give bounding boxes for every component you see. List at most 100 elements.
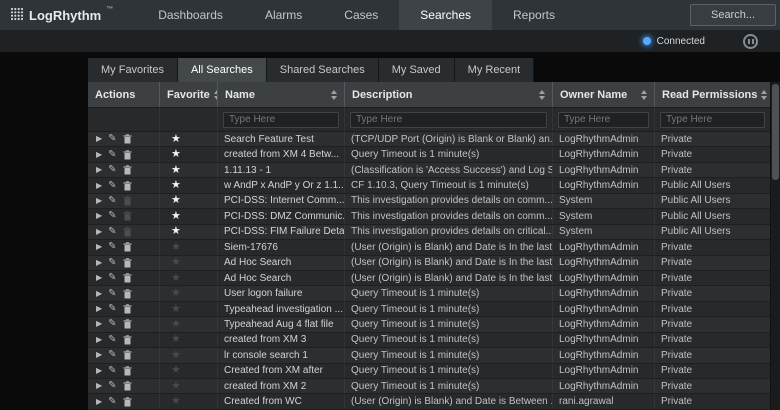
favorite-star-icon[interactable]: ★ — [171, 396, 181, 407]
table-row[interactable]: ▶ ✎ ★ created from XM 4 Betw... Query Ti… — [88, 147, 770, 162]
edit-search-icon[interactable]: ✎ — [108, 211, 116, 221]
edit-search-icon[interactable]: ✎ — [108, 366, 116, 376]
table-row[interactable]: ▶ ✎ ★ Ad Hoc Search (User (Origin) is Bl… — [88, 256, 770, 271]
run-search-icon[interactable]: ▶ — [96, 367, 102, 375]
run-search-icon[interactable]: ▶ — [96, 135, 102, 143]
tab-my-favorites[interactable]: My Favorites — [88, 58, 178, 82]
name-filter-input[interactable] — [223, 112, 339, 128]
run-search-icon[interactable]: ▶ — [96, 274, 102, 282]
edit-search-icon[interactable]: ✎ — [108, 165, 116, 175]
column-header-owner-name[interactable]: Owner Name — [553, 82, 655, 107]
edit-search-icon[interactable]: ✎ — [108, 181, 116, 191]
delete-search-icon[interactable] — [123, 211, 132, 221]
edit-search-icon[interactable]: ✎ — [108, 134, 116, 144]
nav-searches[interactable]: Searches — [399, 0, 492, 30]
nav-cases[interactable]: Cases — [323, 0, 399, 30]
column-header-favorite[interactable]: Favorite — [160, 82, 218, 107]
favorite-star-icon[interactable]: ★ — [171, 350, 181, 361]
table-row[interactable]: ▶ ✎ ★ Siem-17676 (User (Origin) is Blank… — [88, 240, 770, 255]
table-row[interactable]: ▶ ✎ ★ created from XM 2 Query Timeout is… — [88, 379, 770, 394]
description-filter-input[interactable] — [350, 112, 547, 128]
delete-search-icon[interactable] — [123, 273, 132, 283]
table-row[interactable]: ▶ ✎ ★ Created from WC (User (Origin) is … — [88, 394, 770, 409]
table-row[interactable]: ▶ ✎ ★ Ad Hoc Search (User (Origin) is Bl… — [88, 271, 770, 286]
run-search-icon[interactable]: ▶ — [96, 305, 102, 313]
pause-updates-icon[interactable] — [743, 34, 758, 49]
delete-search-icon[interactable] — [123, 242, 132, 252]
favorite-star-icon[interactable]: ★ — [171, 365, 181, 376]
delete-search-icon[interactable] — [123, 304, 132, 314]
run-search-icon[interactable]: ▶ — [96, 228, 102, 236]
run-search-icon[interactable]: ▶ — [96, 290, 102, 298]
favorite-star-icon[interactable]: ★ — [171, 211, 181, 222]
favorite-star-icon[interactable]: ★ — [171, 288, 181, 299]
table-row[interactable]: ▶ ✎ ★ w AndP x AndP y Or z 1.1... CF 1.1… — [88, 178, 770, 193]
delete-search-icon[interactable] — [123, 227, 132, 237]
table-row[interactable]: ▶ ✎ ★ Created from XM after Query Timeou… — [88, 364, 770, 379]
run-search-icon[interactable]: ▶ — [96, 166, 102, 174]
delete-search-icon[interactable] — [123, 335, 132, 345]
favorite-star-icon[interactable]: ★ — [171, 304, 181, 315]
delete-search-icon[interactable] — [123, 381, 132, 391]
table-row[interactable]: ▶ ✎ ★ PCI-DSS: FIM Failure Detail This i… — [88, 225, 770, 240]
run-search-icon[interactable]: ▶ — [96, 382, 102, 390]
run-search-icon[interactable]: ▶ — [96, 212, 102, 220]
tab-my-saved[interactable]: My Saved — [379, 58, 455, 82]
favorite-star-icon[interactable]: ★ — [171, 149, 181, 160]
edit-search-icon[interactable]: ✎ — [108, 150, 116, 160]
table-row[interactable]: ▶ ✎ ★ User logon failure Query Timeout i… — [88, 286, 770, 301]
edit-search-icon[interactable]: ✎ — [108, 289, 116, 299]
tab-all-searches[interactable]: All Searches — [178, 58, 267, 82]
delete-search-icon[interactable] — [123, 350, 132, 360]
table-row[interactable]: ▶ ✎ ★ created from XM 3 Query Timeout is… — [88, 333, 770, 348]
favorite-star-icon[interactable]: ★ — [171, 242, 181, 253]
delete-search-icon[interactable] — [123, 258, 132, 268]
vertical-scrollbar[interactable] — [770, 82, 780, 410]
delete-search-icon[interactable] — [123, 181, 132, 191]
permissions-filter-input[interactable] — [660, 112, 765, 128]
table-row[interactable]: ▶ ✎ ★ 1.11.13 - 1 (Classification is 'Ac… — [88, 163, 770, 178]
run-search-icon[interactable]: ▶ — [96, 320, 102, 328]
run-search-icon[interactable]: ▶ — [96, 243, 102, 251]
edit-search-icon[interactable]: ✎ — [108, 196, 116, 206]
nav-reports[interactable]: Reports — [492, 0, 576, 30]
table-row[interactable]: ▶ ✎ ★ Search Feature Test (TCP/UDP Port … — [88, 132, 770, 147]
edit-search-icon[interactable]: ✎ — [108, 273, 116, 283]
favorite-star-icon[interactable]: ★ — [171, 134, 181, 145]
delete-search-icon[interactable] — [123, 397, 132, 407]
delete-search-icon[interactable] — [123, 196, 132, 206]
owner-filter-input[interactable] — [558, 112, 649, 128]
edit-search-icon[interactable]: ✎ — [108, 258, 116, 268]
delete-search-icon[interactable] — [123, 150, 132, 160]
favorite-star-icon[interactable]: ★ — [171, 257, 181, 268]
run-search-icon[interactable]: ▶ — [96, 259, 102, 267]
edit-search-icon[interactable]: ✎ — [108, 381, 116, 391]
run-search-icon[interactable]: ▶ — [96, 182, 102, 190]
nav-alarms[interactable]: Alarms — [244, 0, 323, 30]
tab-shared-searches[interactable]: Shared Searches — [267, 58, 379, 82]
run-search-icon[interactable]: ▶ — [96, 151, 102, 159]
favorite-star-icon[interactable]: ★ — [171, 381, 181, 392]
delete-search-icon[interactable] — [123, 165, 132, 175]
tab-my-recent[interactable]: My Recent — [455, 58, 535, 82]
edit-search-icon[interactable]: ✎ — [108, 304, 116, 314]
delete-search-icon[interactable] — [123, 289, 132, 299]
table-row[interactable]: ▶ ✎ ★ PCI-DSS: DMZ Communic... This inve… — [88, 209, 770, 224]
favorite-star-icon[interactable]: ★ — [171, 226, 181, 237]
global-search-button[interactable]: Search... — [690, 4, 776, 26]
run-search-icon[interactable]: ▶ — [96, 197, 102, 205]
column-header-description[interactable]: Description — [345, 82, 553, 107]
edit-search-icon[interactable]: ✎ — [108, 335, 116, 345]
table-row[interactable]: ▶ ✎ ★ Typeahead Aug 4 flat file Query Ti… — [88, 317, 770, 332]
table-row[interactable]: ▶ ✎ ★ PCI-DSS: Internet Comm... This inv… — [88, 194, 770, 209]
run-search-icon[interactable]: ▶ — [96, 351, 102, 359]
run-search-icon[interactable]: ▶ — [96, 336, 102, 344]
nav-dashboards[interactable]: Dashboards — [137, 0, 244, 30]
run-search-icon[interactable]: ▶ — [96, 398, 102, 406]
table-row[interactable]: ▶ ✎ ★ lr console search 1 Query Timeout … — [88, 348, 770, 363]
favorite-star-icon[interactable]: ★ — [171, 165, 181, 176]
scrollbar-thumb[interactable] — [772, 84, 779, 180]
column-header-name[interactable]: Name — [218, 82, 345, 107]
edit-search-icon[interactable]: ✎ — [108, 350, 116, 360]
table-row[interactable]: ▶ ✎ ★ Typeahead investigation ... Query … — [88, 302, 770, 317]
